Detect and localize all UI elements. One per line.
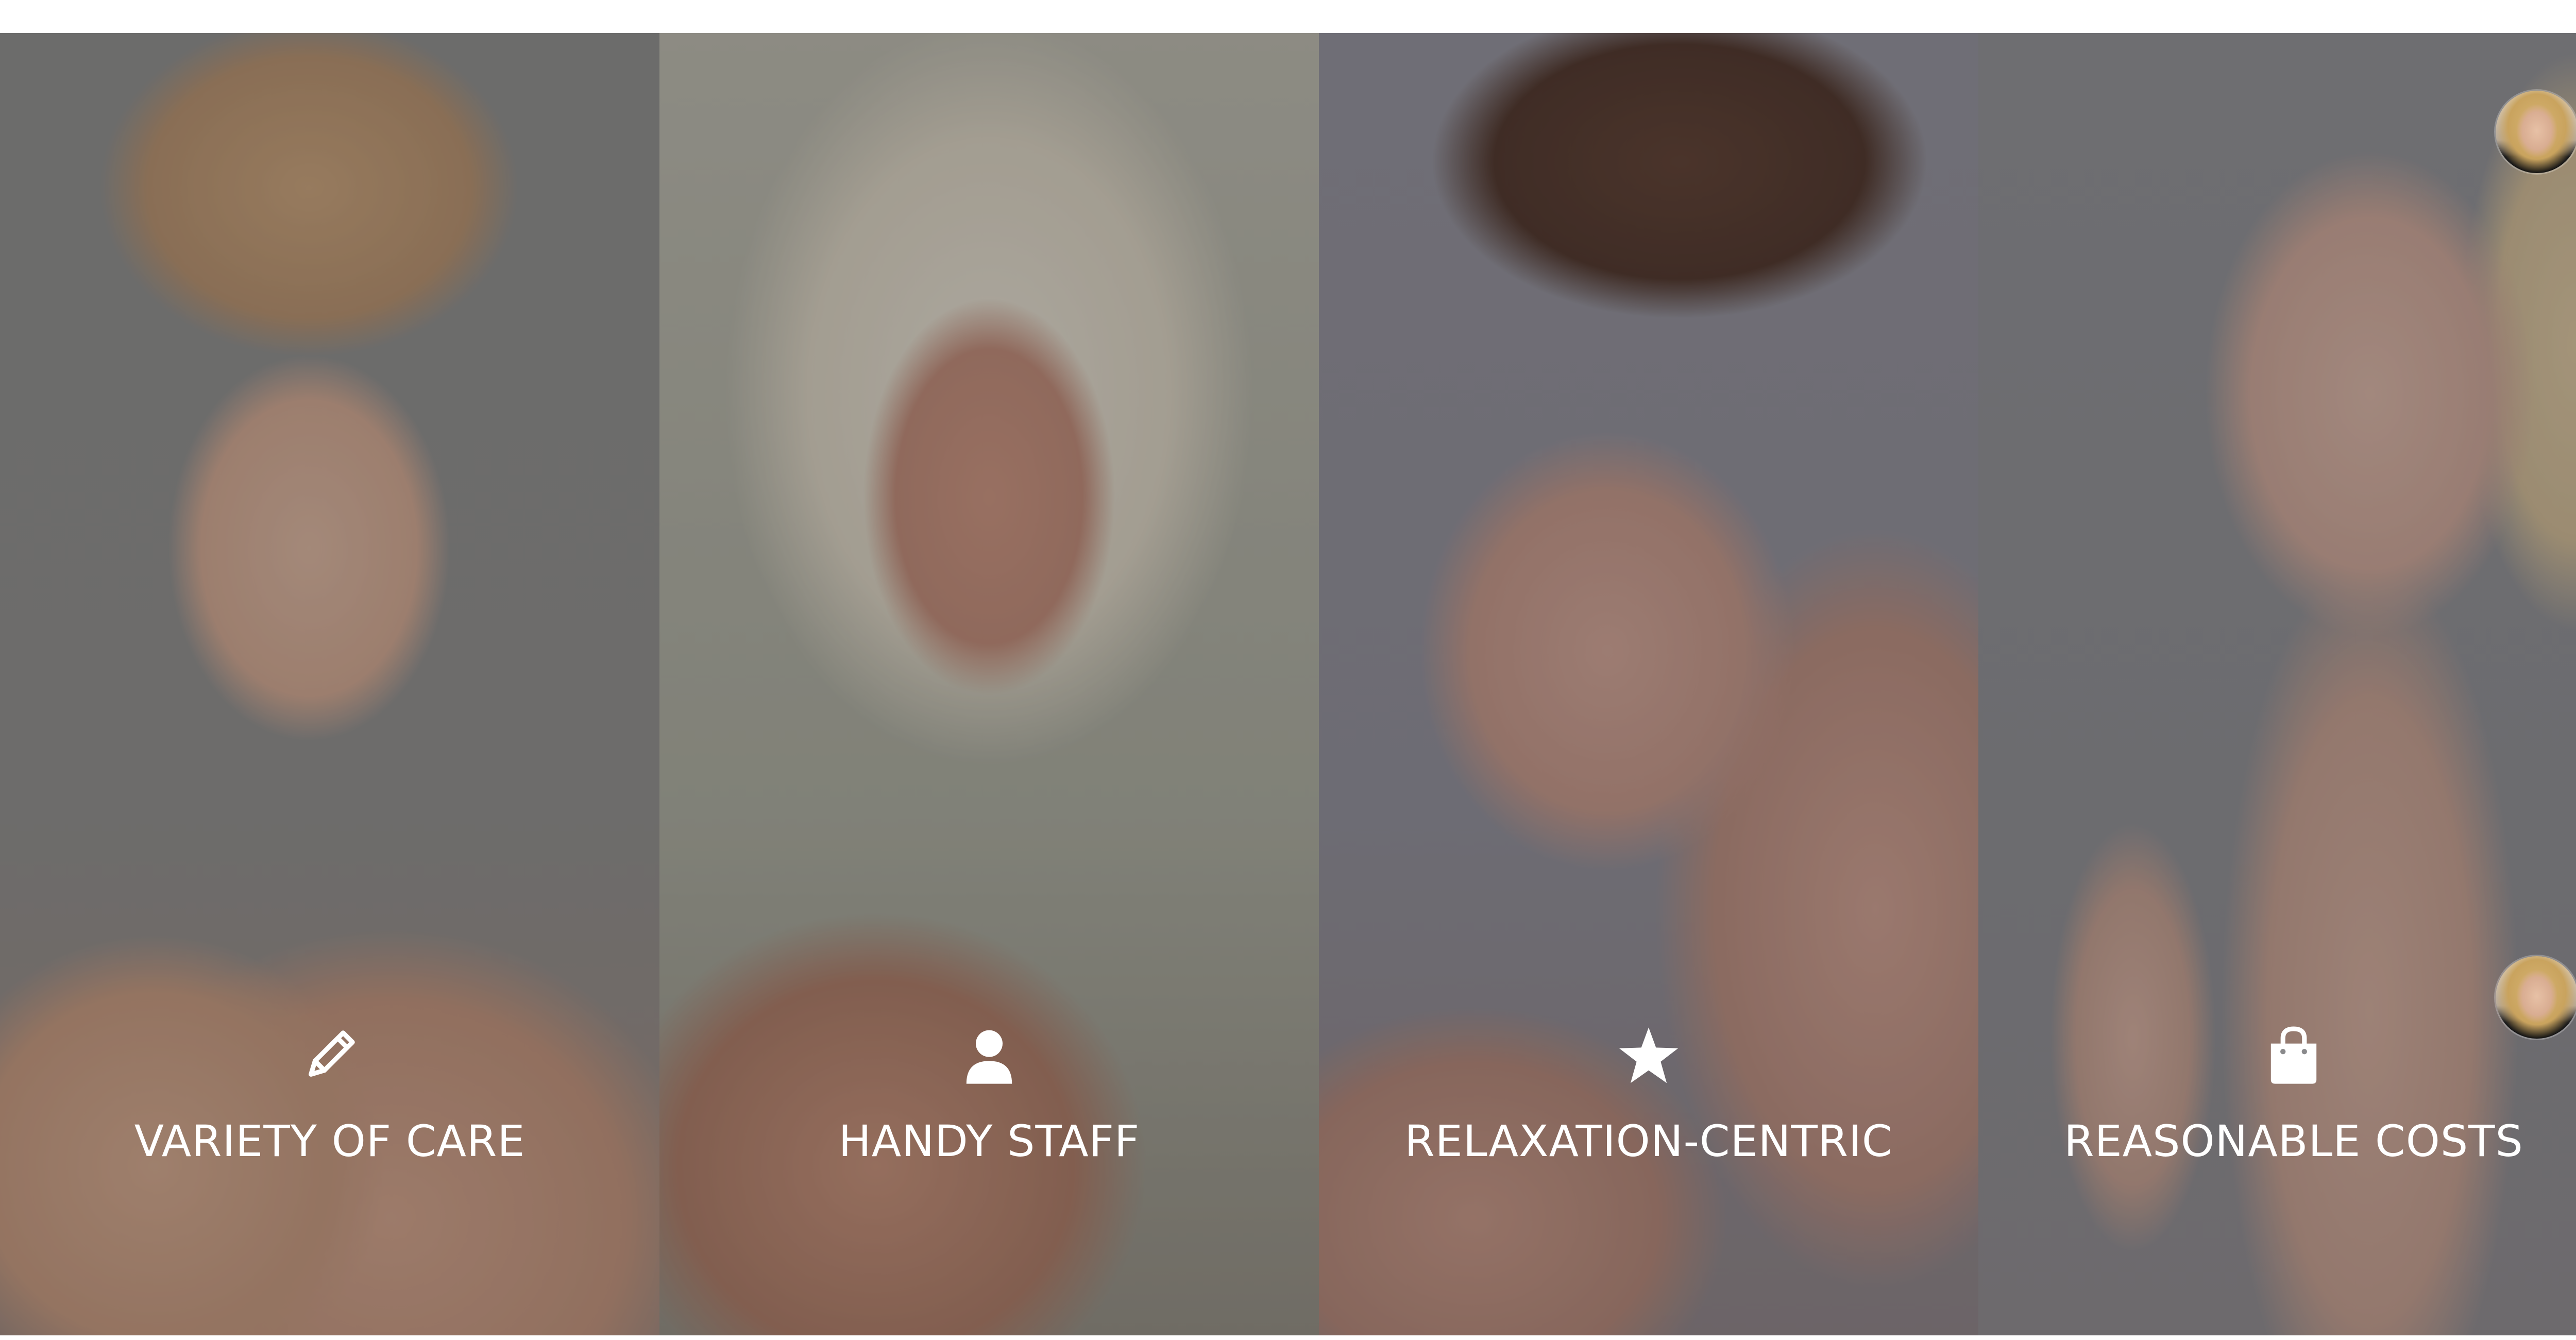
feature-panel-handy-staff[interactable]: HANDY STAFF — [659, 33, 1319, 1335]
star-icon — [1615, 1022, 1682, 1089]
feature-label: VARIETY OF CARE — [134, 1116, 526, 1166]
feature-label: HANDY STAFF — [838, 1116, 1140, 1166]
user-icon — [956, 1022, 1023, 1089]
shopping-bag-icon — [2260, 1022, 2327, 1089]
feature-panel-reasonable-costs[interactable]: REASONABLE COSTS — [1978, 33, 2576, 1335]
bottom-bar — [0, 1335, 2576, 1340]
pencil-icon — [296, 1022, 363, 1089]
top-bar — [0, 0, 2576, 33]
feature-panels: VARIETY OF CARE HANDY STAFF RELAXATION-C… — [0, 33, 2576, 1335]
avatar[interactable] — [2496, 91, 2576, 173]
feature-block: VARIETY OF CARE — [0, 1022, 659, 1166]
feature-panel-variety-of-care[interactable]: VARIETY OF CARE — [0, 33, 659, 1335]
feature-block: REASONABLE COSTS — [1978, 1022, 2576, 1166]
feature-block: HANDY STAFF — [659, 1022, 1319, 1166]
feature-label: REASONABLE COSTS — [2064, 1116, 2523, 1166]
feature-label: RELAXATION-CENTRIC — [1404, 1116, 1893, 1166]
feature-block: RELAXATION-CENTRIC — [1319, 1022, 1978, 1166]
feature-panel-relaxation-centric[interactable]: RELAXATION-CENTRIC — [1319, 33, 1978, 1335]
